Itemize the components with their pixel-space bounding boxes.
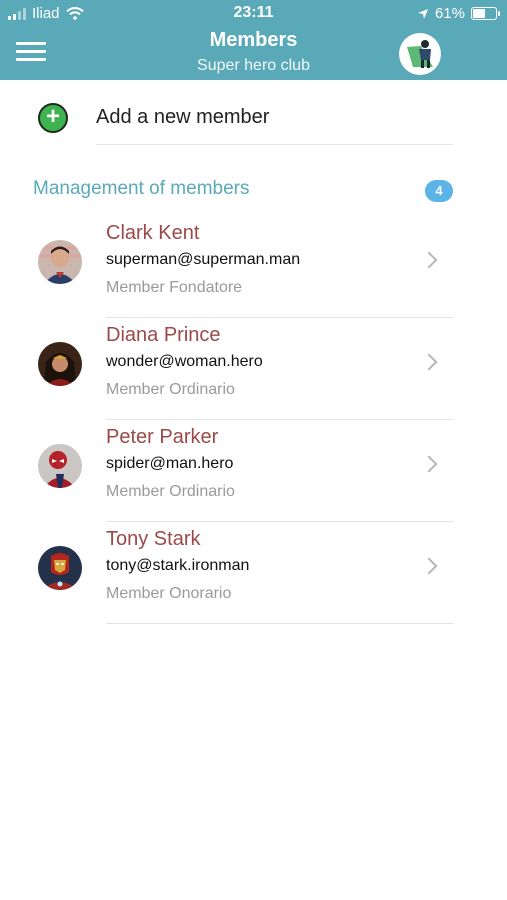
location-arrow-icon bbox=[417, 8, 428, 19]
member-email: tony@stark.ironman bbox=[106, 557, 250, 574]
member-email: spider@man.hero bbox=[106, 455, 234, 472]
superman-avatar-icon bbox=[38, 240, 82, 284]
member-row-tony-stark[interactable]: Tony Stark tony@stark.ironman Member Ono… bbox=[0, 522, 507, 624]
member-row-diana-prince[interactable]: Diana Prince wonder@woman.hero Member Or… bbox=[0, 318, 507, 420]
member-email: superman@superman.man bbox=[106, 251, 301, 268]
member-name: Clark Kent bbox=[106, 222, 200, 244]
avatar bbox=[38, 546, 82, 590]
chevron-right-icon[interactable] bbox=[420, 251, 438, 269]
member-role: Member Fondatore bbox=[106, 279, 243, 296]
add-plus-icon[interactable]: + bbox=[38, 103, 68, 133]
divider bbox=[96, 144, 453, 145]
add-member-row[interactable]: + Add a new member bbox=[0, 80, 507, 146]
chevron-right-icon[interactable] bbox=[420, 557, 438, 575]
member-name: Diana Prince bbox=[106, 324, 221, 346]
chevron-right-icon[interactable] bbox=[420, 455, 438, 473]
member-count-badge: 4 bbox=[425, 180, 453, 202]
status-right: 61% bbox=[417, 5, 500, 22]
spiderman-avatar-icon bbox=[38, 444, 82, 488]
battery-percent: 61% bbox=[434, 5, 465, 22]
wonder-woman-avatar-icon bbox=[38, 342, 82, 386]
member-row-peter-parker[interactable]: Peter Parker spider@man.hero Member Ordi… bbox=[0, 420, 507, 522]
member-role: Member Ordinario bbox=[106, 381, 235, 398]
club-avatar[interactable] bbox=[399, 33, 441, 75]
top-bar: Iliad 23:11 61% Members Super hero club bbox=[0, 0, 507, 80]
battery-fill bbox=[473, 9, 486, 18]
member-email: wonder@woman.hero bbox=[106, 353, 263, 370]
superhero-icon bbox=[407, 40, 433, 68]
section-header: Management of members 4 bbox=[0, 170, 507, 210]
avatar bbox=[38, 240, 82, 284]
member-name: Tony Stark bbox=[106, 528, 201, 550]
ironman-avatar-icon bbox=[38, 546, 82, 590]
avatar bbox=[38, 342, 82, 386]
divider bbox=[106, 623, 453, 624]
section-title: Management of members bbox=[33, 178, 250, 199]
status-bar: Iliad 23:11 61% bbox=[0, 0, 507, 28]
add-member-label[interactable]: Add a new member bbox=[96, 106, 269, 129]
avatar bbox=[38, 444, 82, 488]
member-role: Member Onorario bbox=[106, 585, 232, 602]
member-row-clark-kent[interactable]: Clark Kent superman@superman.man Member … bbox=[0, 216, 507, 318]
battery-icon bbox=[471, 7, 500, 20]
member-name: Peter Parker bbox=[106, 426, 219, 448]
member-role: Member Ordinario bbox=[106, 483, 235, 500]
chevron-right-icon[interactable] bbox=[420, 353, 438, 371]
